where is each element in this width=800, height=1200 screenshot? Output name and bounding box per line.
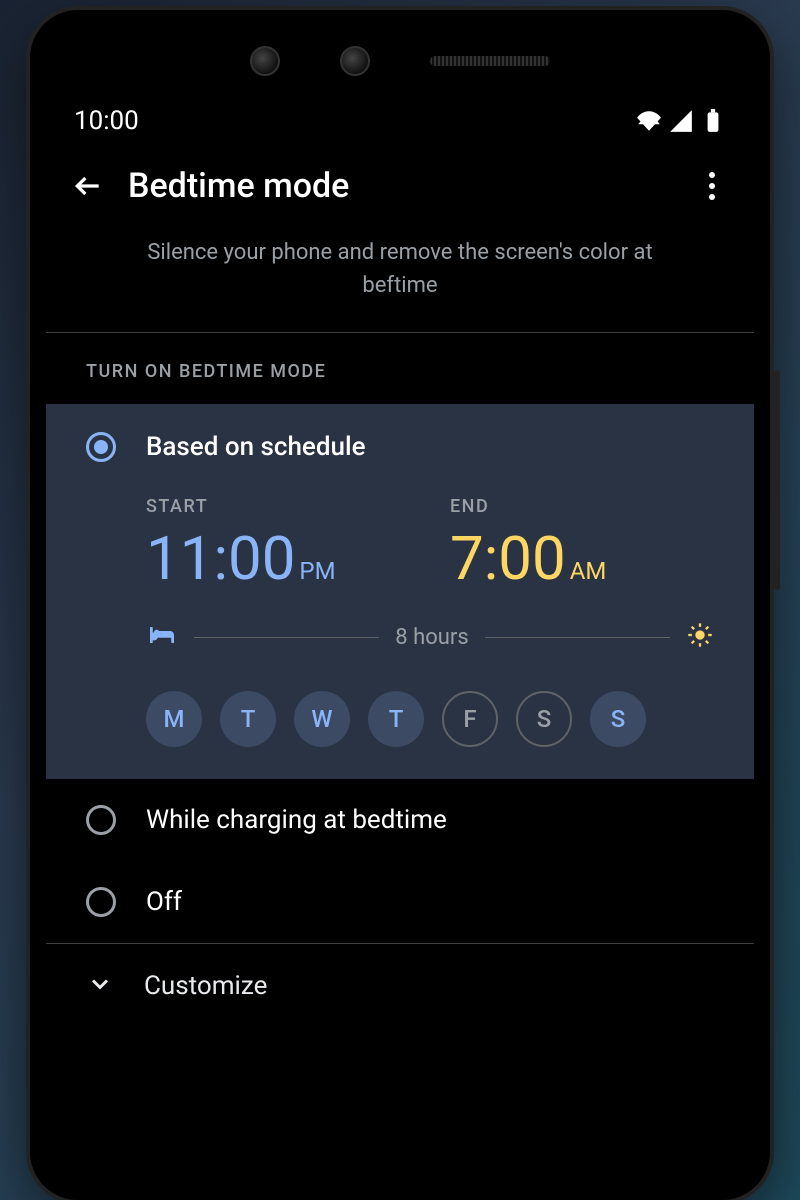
back-arrow-icon xyxy=(72,170,104,202)
start-time-digits: 11:00 xyxy=(146,529,295,589)
phone-hardware xyxy=(46,26,754,96)
duration-text: 8 hours xyxy=(395,625,468,650)
start-time-value: 11:00 PM xyxy=(146,529,410,589)
schedule-times: START 11:00 PM END 7:00 AM xyxy=(146,496,714,589)
section-header: TURN ON BEDTIME MODE xyxy=(46,333,754,404)
end-time-digits: 7:00 xyxy=(450,529,566,589)
day-toggle[interactable]: S xyxy=(516,691,572,747)
day-toggle[interactable]: F xyxy=(442,691,498,747)
option-charging[interactable]: While charging at bedtime xyxy=(46,779,754,861)
day-selector: MTWTFSS xyxy=(146,691,714,747)
day-toggle[interactable]: S xyxy=(590,691,646,747)
front-camera xyxy=(340,46,370,76)
start-time-button[interactable]: START 11:00 PM xyxy=(146,496,410,589)
radio-selected-icon xyxy=(86,432,116,462)
wifi-icon xyxy=(636,108,662,134)
duration-row: 8 hours xyxy=(146,619,714,655)
end-time-button[interactable]: END 7:00 AM xyxy=(450,496,714,589)
start-time-ampm: PM xyxy=(299,559,335,583)
status-time: 10:00 xyxy=(74,106,139,136)
status-bar: 10:00 xyxy=(46,96,754,156)
day-toggle[interactable]: M xyxy=(146,691,202,747)
schedule-panel: Based on schedule START 11:00 PM END 7:0… xyxy=(46,404,754,779)
option-off[interactable]: Off xyxy=(46,861,754,943)
end-time-value: 7:00 AM xyxy=(450,529,714,589)
front-camera xyxy=(250,46,280,76)
day-toggle[interactable]: W xyxy=(294,691,350,747)
day-toggle[interactable]: T xyxy=(220,691,276,747)
radio-unselected-icon xyxy=(86,805,116,835)
back-button[interactable] xyxy=(66,164,110,208)
radio-unselected-icon xyxy=(86,887,116,917)
signal-icon xyxy=(668,108,694,134)
page-title: Bedtime mode xyxy=(128,166,690,206)
earpiece-speaker xyxy=(430,56,550,66)
end-time-ampm: AM xyxy=(570,559,607,583)
start-label: START xyxy=(146,496,410,517)
phone-screen: 10:00 Bedtime mode Silence your phone an… xyxy=(46,26,754,1184)
option-charging-label: While charging at bedtime xyxy=(146,805,447,835)
bed-icon xyxy=(146,619,178,655)
end-label: END xyxy=(450,496,714,517)
sun-icon xyxy=(686,621,714,653)
option-off-label: Off xyxy=(146,887,182,917)
app-bar: Bedtime mode xyxy=(46,156,754,232)
status-icons xyxy=(636,108,726,134)
phone-frame: 10:00 Bedtime mode Silence your phone an… xyxy=(30,10,770,1200)
option-schedule-label: Based on schedule xyxy=(146,432,366,462)
duration-line xyxy=(194,637,379,638)
option-schedule[interactable]: Based on schedule xyxy=(86,432,714,468)
battery-icon xyxy=(700,108,726,134)
page-description: Silence your phone and remove the screen… xyxy=(46,232,754,332)
chevron-down-icon xyxy=(86,970,114,1002)
day-toggle[interactable]: T xyxy=(368,691,424,747)
duration-line xyxy=(485,637,670,638)
customize-label: Customize xyxy=(144,971,267,1001)
more-button[interactable] xyxy=(690,172,734,200)
customize-row[interactable]: Customize xyxy=(46,944,754,1028)
